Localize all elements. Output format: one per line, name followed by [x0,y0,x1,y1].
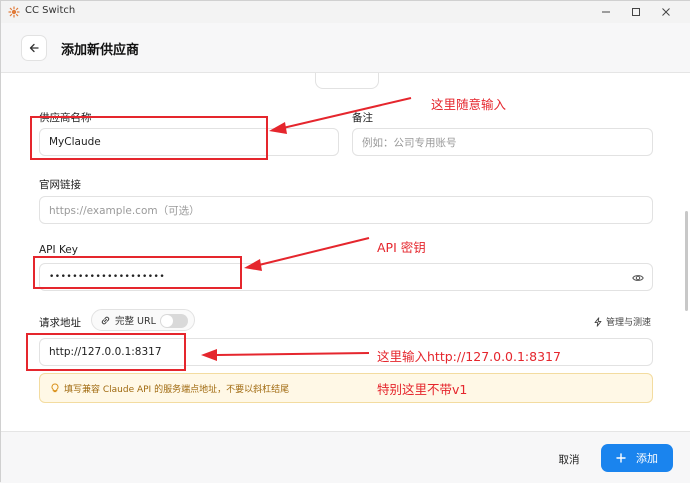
page-title: 添加新供应商 [61,43,140,58]
window-title: CC Switch [25,5,76,16]
endpoint-hint: 填写兼容 Claude API 的服务端点地址，不要以斜杠结尾 [39,373,653,403]
page-header: 添加新供应商 [1,23,690,73]
close-window-button[interactable] [651,1,681,23]
minimize-icon [602,11,610,13]
endpoint-hint-text: 填写兼容 Claude API 的服务端点地址，不要以斜杠结尾 [64,384,290,395]
eye-icon[interactable] [632,272,644,284]
api-key-label: API Key [39,244,78,256]
scrollbar[interactable] [685,81,689,426]
dialog-footer: 取消 添加 [1,431,690,483]
close-icon [662,8,670,16]
switch-knob [161,315,173,327]
app-logo-icon [8,6,20,18]
annotation-name-text: 这里随意输入 [431,97,507,112]
cancel-button[interactable]: 取消 [546,446,592,472]
note-placeholder: 例如：公司专用账号 [362,136,457,149]
website-placeholder: https://example.com（可选） [49,204,200,217]
minimize-button[interactable] [591,1,621,23]
annotation-api-key-text: API 密钥 [377,240,426,255]
website-label: 官网链接 [39,179,81,191]
full-url-switch[interactable] [160,314,188,328]
endpoint-label: 请求地址 [39,317,81,329]
add-button-label: 添加 [636,452,658,465]
note-input[interactable]: 例如：公司专用账号 [352,128,653,156]
manage-speedtest-button[interactable]: 管理与测速 [593,315,651,328]
annotation-note-text: 特别这里不带v1 [377,382,468,397]
manage-speedtest-label: 管理与测速 [606,318,652,328]
annotation-box-api-key [33,256,242,289]
full-url-label: 完整 URL [115,316,156,327]
arrow-left-icon [29,43,39,53]
note-label: 备注 [352,112,373,124]
annotation-box-endpoint [26,333,186,371]
lightbulb-icon [51,383,59,393]
add-button[interactable]: 添加 [601,444,673,472]
title-bar: CC Switch [1,1,690,23]
website-input[interactable]: https://example.com（可选） [39,196,653,224]
link-icon [101,316,110,324]
full-url-toggle[interactable]: 完整 URL [91,309,195,331]
app-window: CC Switch 添加新供应商 供应商名称 MyClaude 备注 例如：公司… [0,0,690,483]
preset-card-edge [315,73,379,89]
lightning-icon [594,316,602,327]
maximize-icon [632,8,640,16]
back-button[interactable] [21,35,47,61]
annotation-box-name [30,116,268,160]
maximize-button[interactable] [621,1,651,23]
scrollbar-thumb[interactable] [685,211,688,311]
plus-icon [616,453,626,463]
annotation-endpoint-text: 这里输入http://127.0.0.1:8317 [377,349,561,364]
